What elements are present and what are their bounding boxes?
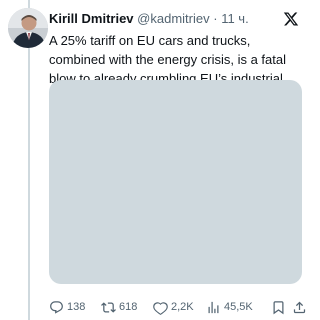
repost-button[interactable]: 618 (101, 298, 137, 316)
views-chart-icon (208, 301, 219, 313)
reply-count: 138 (67, 301, 86, 313)
tweet-header: Kirill Dmitriev @kadmitriev · 11 ч. (49, 9, 305, 29)
views-button[interactable]: 45,5K (206, 298, 253, 316)
heart-icon (153, 301, 168, 315)
bookmark-button[interactable] (271, 298, 286, 316)
thread-line (28, 0, 30, 320)
like-count: 2,2K (171, 301, 194, 313)
like-button[interactable]: 2,2K (153, 298, 194, 316)
author-display-name[interactable]: Kirill Dmitriev (49, 11, 134, 26)
reply-button[interactable]: 138 (49, 298, 85, 316)
repost-icon (101, 301, 116, 313)
x-logo-icon[interactable] (283, 11, 299, 27)
repost-count: 618 (119, 301, 138, 313)
reply-icon (50, 300, 63, 314)
views-count: 45,5K (224, 301, 253, 313)
action-bar: 138 618 2,2K 45,5K (49, 298, 307, 318)
avatar-image (8, 8, 48, 48)
share-button[interactable] (292, 298, 307, 316)
tweet-timestamp[interactable]: 11 ч. (221, 11, 249, 26)
tweet-media[interactable] (49, 80, 302, 284)
bookmark-icon (273, 300, 284, 314)
header-separator: · (213, 11, 218, 26)
share-icon (293, 301, 306, 313)
avatar[interactable] (8, 8, 48, 48)
author-handle[interactable]: @kadmitriev (137, 11, 209, 26)
